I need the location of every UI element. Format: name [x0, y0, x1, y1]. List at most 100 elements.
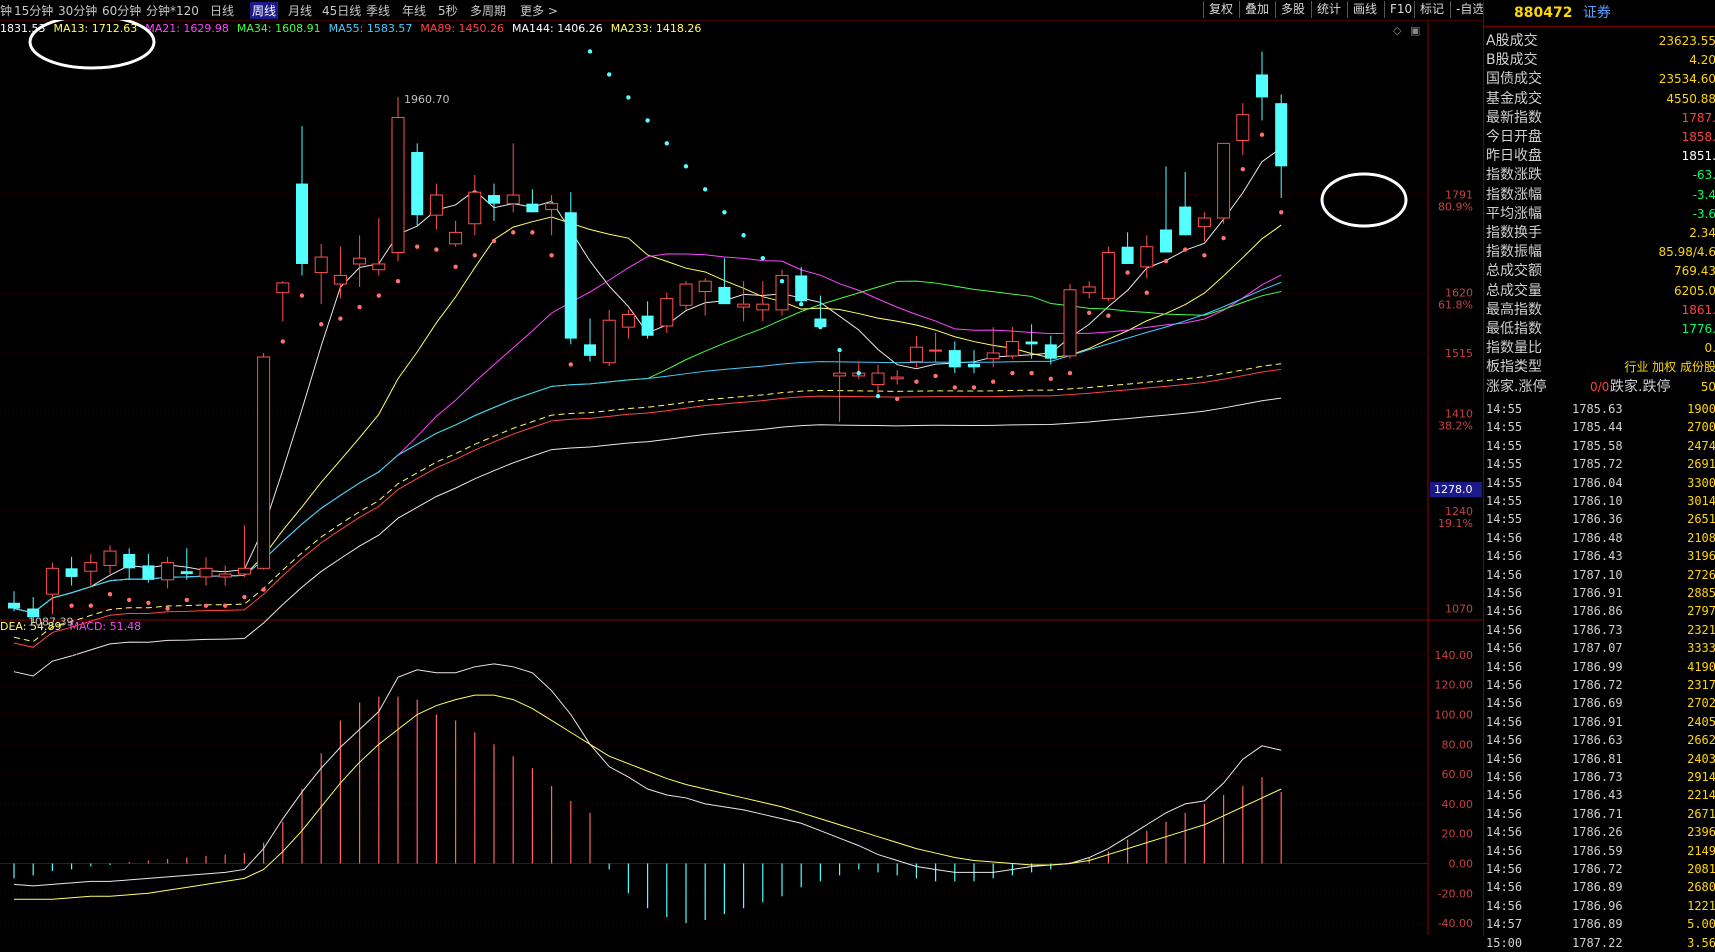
candle-body-up — [1063, 289, 1077, 357]
candle-body-up — [45, 567, 59, 595]
candle-body-up — [621, 313, 635, 328]
tick-volume: 2797 — [1687, 604, 1715, 619]
period-tab[interactable]: 更多 > — [520, 2, 558, 19]
tick-time: 14:56 — [1486, 751, 1523, 766]
period-tab[interactable]: 45日线 — [322, 2, 361, 19]
tick-price: 1786.73 — [1572, 770, 1623, 784]
period-tab[interactable]: 季线 — [366, 2, 390, 19]
tick-row: 14:56 1786.71 2671 — [1484, 805, 1715, 823]
stat-row: 指数涨跌 -63. — [1484, 166, 1715, 185]
tick-price: 1785.44 — [1572, 420, 1623, 435]
tick-volume: 2214 — [1687, 788, 1715, 803]
tick-volume: 3300 — [1687, 475, 1715, 490]
highlight-ellipse — [28, 20, 156, 70]
period-tab[interactable]: 15分钟 — [14, 2, 53, 19]
index-code: 880472 — [1514, 5, 1573, 21]
sar-dot — [779, 278, 785, 284]
period-tab[interactable]: 年线 — [402, 2, 426, 19]
period-tab[interactable]: 分钟*120 — [146, 2, 199, 19]
tick-price: 1786.63 — [1572, 733, 1623, 748]
candle-body-up — [333, 274, 347, 285]
tick-time: 14:56 — [1486, 714, 1523, 729]
tick-volume: 2700 — [1687, 420, 1715, 435]
tick-volume: 2149 — [1687, 843, 1715, 858]
period-tab[interactable]: 月线 — [288, 2, 312, 19]
tick-volume: 2405 — [1687, 714, 1715, 729]
candle-body-up — [1101, 251, 1115, 299]
sar-dot — [530, 230, 535, 235]
sar-dot — [1259, 132, 1265, 137]
sar-dot — [933, 373, 938, 379]
candle-body-up — [602, 319, 616, 364]
stat-row: A股成交 23623.55 — [1484, 32, 1715, 51]
sar-dot — [971, 385, 977, 390]
period-tab[interactable]: 周线 — [250, 2, 279, 19]
tick-price: 1786.91 — [1572, 714, 1623, 729]
period-tab[interactable]: 多周期 — [470, 2, 506, 19]
percent-tick-label: 19.1% — [1438, 517, 1473, 530]
candle-body-down — [584, 344, 596, 356]
stat-label: B股成交 — [1486, 52, 1538, 69]
period-tab[interactable]: 钟 — [0, 2, 12, 19]
period-tab[interactable]: 60分钟 — [102, 2, 141, 19]
quote-header: 880472 证券 — [1484, 0, 1715, 27]
toolbar-button[interactable]: F10 — [1384, 1, 1417, 18]
window-icon: ▣ — [1410, 24, 1420, 37]
period-tab[interactable]: 30分钟 — [58, 2, 97, 19]
stat-row: 最高指数 1861. — [1484, 301, 1715, 320]
sar-dot — [837, 347, 842, 353]
tick-time: 14:56 — [1486, 567, 1523, 582]
tick-price: 1786.72 — [1572, 862, 1623, 876]
candle-body-up — [660, 297, 674, 327]
stat-value: -3.4 — [1692, 187, 1715, 202]
period-tab[interactable]: 日线 — [210, 2, 234, 19]
stat-value: 1851. — [1681, 149, 1715, 164]
kline-chart[interactable]: 17911620151514101240107080.9%61.8%38.2%1… — [0, 20, 1483, 935]
tick-volume: 4190 — [1687, 659, 1715, 674]
toolbar-button[interactable]: 叠加 — [1239, 1, 1274, 18]
tick-time: 14:56 — [1486, 549, 1523, 564]
tick-price: 1786.89 — [1572, 880, 1623, 895]
tick-time: 14:56 — [1486, 604, 1523, 619]
stat-row: 最低指数 1776. — [1484, 320, 1715, 339]
toolbar-button[interactable]: 统计 — [1311, 1, 1346, 18]
candle-body-up — [545, 203, 559, 210]
sar-dot — [914, 379, 919, 384]
candle-body-up — [429, 194, 443, 216]
index-name[interactable]: 证券 — [1583, 5, 1611, 21]
tick-volume: 2108 — [1687, 530, 1715, 545]
candle-body-up — [449, 231, 463, 245]
sar-dot — [146, 600, 151, 605]
tick-time: 14:56 — [1486, 880, 1523, 895]
updown-value: 0/0 — [1590, 380, 1610, 394]
candle-body-up — [237, 567, 251, 575]
toolbar-button[interactable]: 多股 — [1275, 1, 1310, 18]
tick-row: 14:57 1786.89 5.00 — [1484, 915, 1715, 933]
sar-dot — [165, 606, 170, 611]
candle-body-down — [65, 568, 78, 577]
high-annotation: 1960.70 — [404, 93, 450, 106]
sar-dot — [549, 253, 554, 258]
sar-dot — [395, 278, 401, 284]
stat-value: 23623.55 — [1658, 34, 1715, 48]
candle-body-down — [1044, 344, 1057, 359]
tick-time: 14:56 — [1486, 733, 1523, 748]
percent-tick-label: 38.2% — [1438, 419, 1473, 432]
sar-dot — [722, 210, 727, 215]
candle-body-up — [737, 303, 751, 308]
toolbar-button[interactable]: 复权 — [1203, 1, 1238, 18]
sar-dot — [607, 72, 612, 77]
period-tab[interactable]: 5秒 — [438, 2, 458, 19]
tick-price: 1786.89 — [1572, 917, 1623, 932]
toolbar-button[interactable]: 画线 — [1347, 1, 1382, 18]
tick-time: 14:55 — [1486, 420, 1523, 435]
sar-dot — [1125, 270, 1130, 275]
tick-price: 1785.72 — [1572, 457, 1623, 472]
tick-time: 14:56 — [1486, 659, 1523, 674]
candle-body-up — [1217, 142, 1231, 219]
toolbar-button[interactable]: 标记 — [1414, 1, 1449, 18]
tick-row: 14:55 1786.10 3014 — [1484, 492, 1715, 510]
stat-row: 最新指数 1787. — [1484, 109, 1715, 128]
sar-dot — [357, 304, 362, 310]
candle-body-up — [468, 191, 482, 225]
